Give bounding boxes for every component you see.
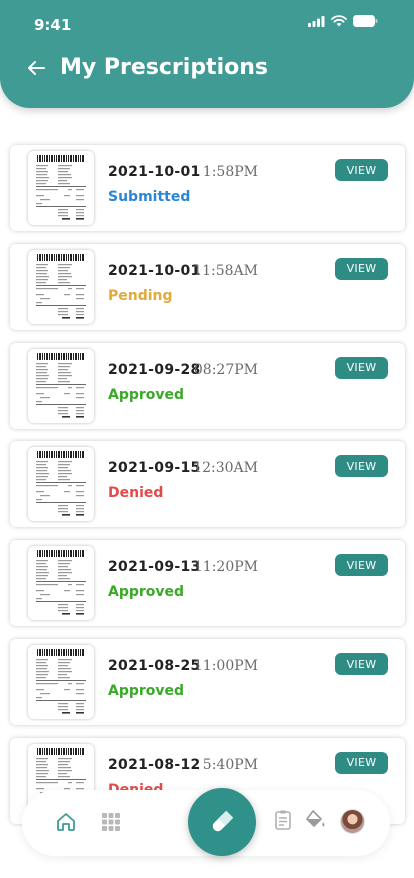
receipt-thumbnail [28, 546, 94, 621]
prescription-status: Approved [108, 386, 185, 403]
receipt-image [36, 451, 86, 516]
receipt-image [36, 155, 86, 220]
paint-bucket-icon[interactable] [303, 808, 327, 832]
view-button[interactable]: VIEW [335, 653, 388, 675]
prescription-card[interactable]: 2021-08-25 11:00PM Approved VIEW [10, 639, 405, 725]
receipt-image [36, 352, 86, 418]
receipt-thumbnail [28, 348, 94, 423]
status-bar-time: 9:41 [34, 16, 72, 34]
view-button[interactable]: VIEW [335, 751, 388, 774]
prescription-fab-button[interactable] [188, 788, 256, 856]
app-header: 9:41 My Prescriptions [0, 0, 414, 108]
prescription-card[interactable]: 2021-10-01 11:58AM Pending VIEW [10, 243, 405, 330]
prescription-status: Pending [108, 287, 173, 304]
receipt-image [36, 253, 86, 319]
prescription-time: 11:00PM [193, 658, 258, 674]
view-button[interactable]: VIEW [335, 356, 388, 379]
prescription-card[interactable]: 2021-09-28 08:27PM Approved VIEW [10, 342, 405, 429]
clipboard-icon[interactable] [271, 808, 295, 832]
prescription-card[interactable]: 2021-09-15 12:30AM Denied VIEW [10, 441, 405, 528]
receipt-image [36, 550, 86, 615]
receipt-image [36, 649, 86, 714]
view-button[interactable]: VIEW [335, 257, 388, 280]
view-button[interactable]: VIEW [335, 455, 388, 478]
back-arrow-icon[interactable] [24, 56, 48, 80]
receipt-thumbnail [28, 447, 94, 522]
prescription-time: 11:20PM [193, 559, 258, 576]
view-button[interactable]: VIEW [335, 159, 388, 181]
profile-avatar[interactable] [341, 810, 364, 833]
status-bar-icons [308, 15, 378, 27]
prescription-time: 08:27PM [193, 361, 258, 378]
prescription-time: 11:58AM [193, 262, 258, 279]
prescription-status: Approved [108, 584, 185, 601]
prescription-card[interactable]: 2021-09-13 11:20PM Approved VIEW [10, 540, 405, 627]
prescription-status: Denied [108, 485, 164, 502]
prescription-time: 5:40PM [202, 756, 258, 773]
home-icon[interactable] [54, 810, 78, 834]
receipt-thumbnail [28, 645, 94, 719]
signal-icon [308, 15, 325, 27]
pill-icon [212, 810, 234, 832]
prescription-card[interactable]: 2021-10-01 1:58PM Submitted VIEW [10, 145, 405, 231]
prescription-status: Submitted [108, 189, 191, 205]
receipt-thumbnail [28, 249, 94, 324]
prescription-time: 12:30AM [193, 460, 258, 477]
battery-icon [353, 15, 378, 27]
wifi-icon [331, 15, 347, 27]
page-title: My Prescriptions [60, 55, 268, 80]
receipt-thumbnail [28, 151, 94, 225]
prescription-status: Approved [108, 683, 185, 699]
grid-icon[interactable] [99, 810, 123, 834]
view-button[interactable]: VIEW [335, 554, 388, 577]
prescription-time: 1:58PM [202, 164, 258, 180]
